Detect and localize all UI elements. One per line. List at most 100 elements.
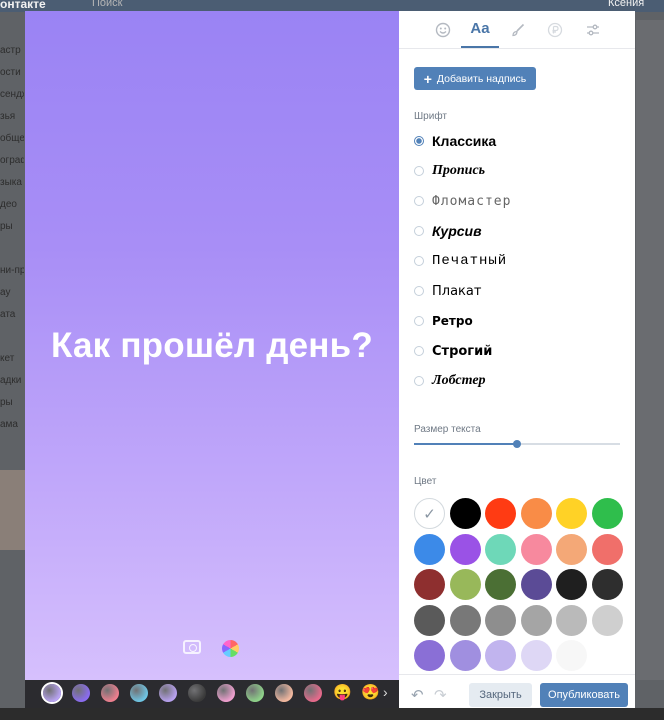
color-swatch[interactable] <box>520 498 552 529</box>
close-button[interactable]: Закрыть <box>469 683 532 707</box>
background-swatch[interactable] <box>246 684 264 702</box>
background-sidebar-item: ay <box>0 287 11 298</box>
color-swatch[interactable] <box>414 569 445 600</box>
color-swatch[interactable] <box>520 640 552 671</box>
color-swatch[interactable] <box>556 533 587 565</box>
color-swatch[interactable] <box>449 533 481 565</box>
background-swatch[interactable] <box>304 684 322 702</box>
font-option[interactable]: Пропись <box>414 160 485 182</box>
emoji-sticker[interactable]: 😛 <box>333 683 352 703</box>
background-search: Поиск <box>92 0 123 9</box>
background-sidebar-item: део <box>0 199 17 210</box>
camera-icon[interactable] <box>183 640 201 654</box>
color-swatch[interactable] <box>556 569 587 600</box>
font-option[interactable]: Классика <box>414 130 496 152</box>
background-swatch[interactable] <box>159 684 177 702</box>
strip-next-arrow-icon[interactable]: › <box>383 684 388 700</box>
background-swatch[interactable] <box>188 684 206 702</box>
tab-stickers[interactable] <box>424 11 462 48</box>
font-option-label: Пропись <box>432 163 486 178</box>
font-option-label: Ретро <box>432 314 473 328</box>
radio-button[interactable] <box>414 196 424 206</box>
color-swatch[interactable] <box>485 498 516 529</box>
background-sidebar-item: ата <box>0 309 16 320</box>
color-swatch[interactable] <box>591 604 623 636</box>
color-swatch[interactable] <box>591 569 623 600</box>
font-option[interactable]: Печатный <box>414 250 507 272</box>
currency-icon <box>547 22 563 37</box>
radio-button[interactable] <box>414 166 424 176</box>
background-sidebar-item: ости <box>0 67 21 78</box>
color-swatch[interactable] <box>520 533 552 565</box>
size-slider-handle[interactable] <box>513 440 521 448</box>
color-swatch[interactable] <box>449 498 481 529</box>
plus-icon: + <box>423 70 432 87</box>
font-option[interactable]: Ретро <box>414 310 473 332</box>
font-option-label: Лобстер <box>432 373 486 388</box>
color-swatch[interactable] <box>449 569 481 600</box>
background-swatch[interactable] <box>43 684 61 702</box>
redo-icon[interactable]: ↷ <box>434 686 447 704</box>
background-sidebar-item: адки <box>0 375 22 386</box>
color-swatch[interactable] <box>414 640 445 671</box>
background-swatch[interactable] <box>217 684 235 702</box>
color-swatch[interactable] <box>449 640 481 671</box>
font-option[interactable]: Фломастер <box>414 190 511 212</box>
font-option[interactable]: Строгий <box>414 340 492 362</box>
font-option[interactable]: Лобстер <box>414 370 486 392</box>
color-swatch[interactable] <box>591 533 623 565</box>
tab-draw[interactable] <box>499 11 537 48</box>
background-bottom-edge <box>0 708 664 720</box>
radio-button[interactable] <box>414 286 424 296</box>
radio-button[interactable] <box>414 376 424 386</box>
font-option-label: Печатный <box>432 253 508 269</box>
size-section-title: Размер текста <box>414 424 481 435</box>
background-logo: онтакте <box>0 0 46 11</box>
tab-text[interactable]: Aa <box>461 11 499 48</box>
background-swatch[interactable] <box>130 684 148 702</box>
radio-button[interactable] <box>414 136 424 146</box>
radio-button[interactable] <box>414 316 424 326</box>
color-swatch[interactable] <box>449 604 481 636</box>
add-caption-button[interactable]: + Добавить надпись <box>414 67 536 90</box>
background-swatch[interactable] <box>275 684 293 702</box>
color-swatch[interactable] <box>520 604 552 636</box>
font-option-label: Курсив <box>432 223 482 239</box>
emoji-sticker[interactable]: 😍 <box>361 683 380 703</box>
tab-settings[interactable] <box>574 11 612 48</box>
color-swatch[interactable] <box>485 640 516 671</box>
font-option[interactable]: Курсив <box>414 220 482 242</box>
color-swatch[interactable] <box>485 569 516 600</box>
color-wheel-icon[interactable] <box>222 640 239 657</box>
radio-button[interactable] <box>414 256 424 266</box>
color-swatch[interactable] <box>414 604 445 636</box>
color-swatch[interactable] <box>520 569 552 600</box>
undo-icon[interactable]: ↶ <box>411 686 424 704</box>
add-caption-label: Добавить надпись <box>436 72 527 85</box>
background-swatch[interactable] <box>101 684 119 702</box>
color-swatch[interactable] <box>485 604 516 636</box>
color-swatch[interactable] <box>556 640 587 671</box>
background-swatch[interactable] <box>72 684 90 702</box>
background-sidebar-item: ама <box>0 419 18 430</box>
tab-text-label: Aa <box>470 20 490 37</box>
panel-tabs: Aa <box>399 11 635 49</box>
tab-money[interactable] <box>536 11 574 48</box>
color-swatch[interactable] <box>591 498 623 529</box>
radio-button[interactable] <box>414 346 424 356</box>
font-option[interactable]: Плакат <box>414 280 481 302</box>
radio-button[interactable] <box>414 226 424 236</box>
publish-button[interactable]: Опубликовать <box>540 683 628 707</box>
story-canvas[interactable]: Как прошёл день? <box>25 11 399 680</box>
color-swatch[interactable]: ✓ <box>414 498 445 529</box>
background-sidebar-item: обще <box>0 133 24 144</box>
color-swatch[interactable] <box>556 604 587 636</box>
font-option-label: Строгий <box>432 343 493 359</box>
story-text[interactable]: Как прошёл день? <box>25 326 399 366</box>
font-option-label: Фломастер <box>432 193 512 209</box>
sliders-icon <box>587 24 599 35</box>
color-swatch[interactable] <box>414 533 445 565</box>
background-sidebar-item: ры <box>0 221 13 232</box>
color-swatch[interactable] <box>556 498 587 529</box>
color-swatch[interactable] <box>485 533 516 565</box>
